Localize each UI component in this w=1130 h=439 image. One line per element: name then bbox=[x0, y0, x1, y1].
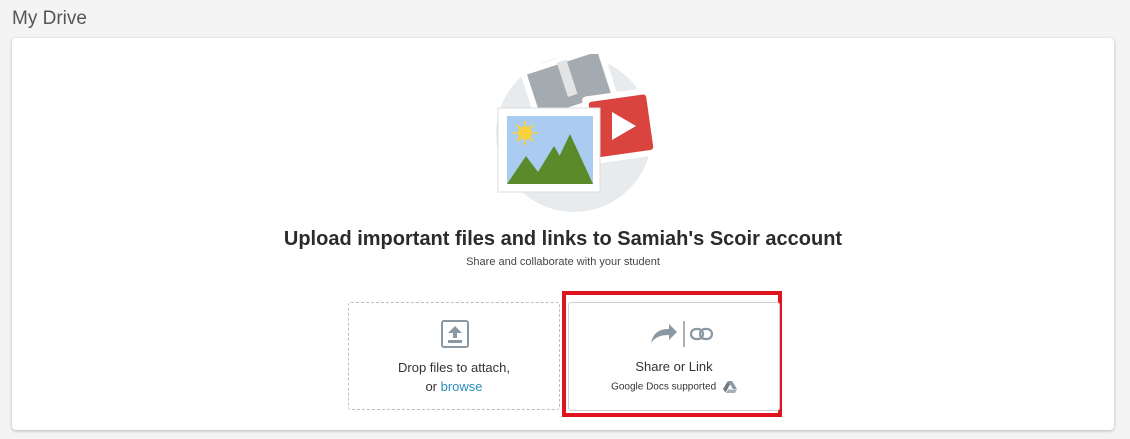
page-title: My Drive bbox=[12, 8, 87, 29]
link-icon bbox=[689, 327, 714, 341]
share-label: Share or Link bbox=[635, 359, 713, 374]
image-icon bbox=[497, 107, 601, 193]
drive-card: Upload important files and links to Sami… bbox=[12, 38, 1114, 430]
share-sub-label: Google Docs supported bbox=[611, 381, 717, 393]
google-drive-icon bbox=[722, 381, 737, 393]
hero-illustration bbox=[496, 54, 656, 212]
upload-subline: Share and collaborate with your student bbox=[466, 256, 660, 268]
file-dropzone[interactable]: Drop files to attach, or browse bbox=[348, 302, 560, 410]
dropzone-or: or bbox=[425, 379, 441, 394]
share-link-icons bbox=[651, 321, 714, 347]
upload-icon bbox=[441, 320, 469, 348]
dropzone-text: Drop files to attach, bbox=[398, 360, 510, 375]
share-arrow-icon bbox=[651, 324, 677, 343]
share-or-link-button[interactable]: Share or Link Google Docs supported bbox=[568, 302, 780, 411]
browse-link[interactable]: browse bbox=[441, 379, 483, 394]
upload-headline: Upload important files and links to Sami… bbox=[283, 228, 843, 250]
